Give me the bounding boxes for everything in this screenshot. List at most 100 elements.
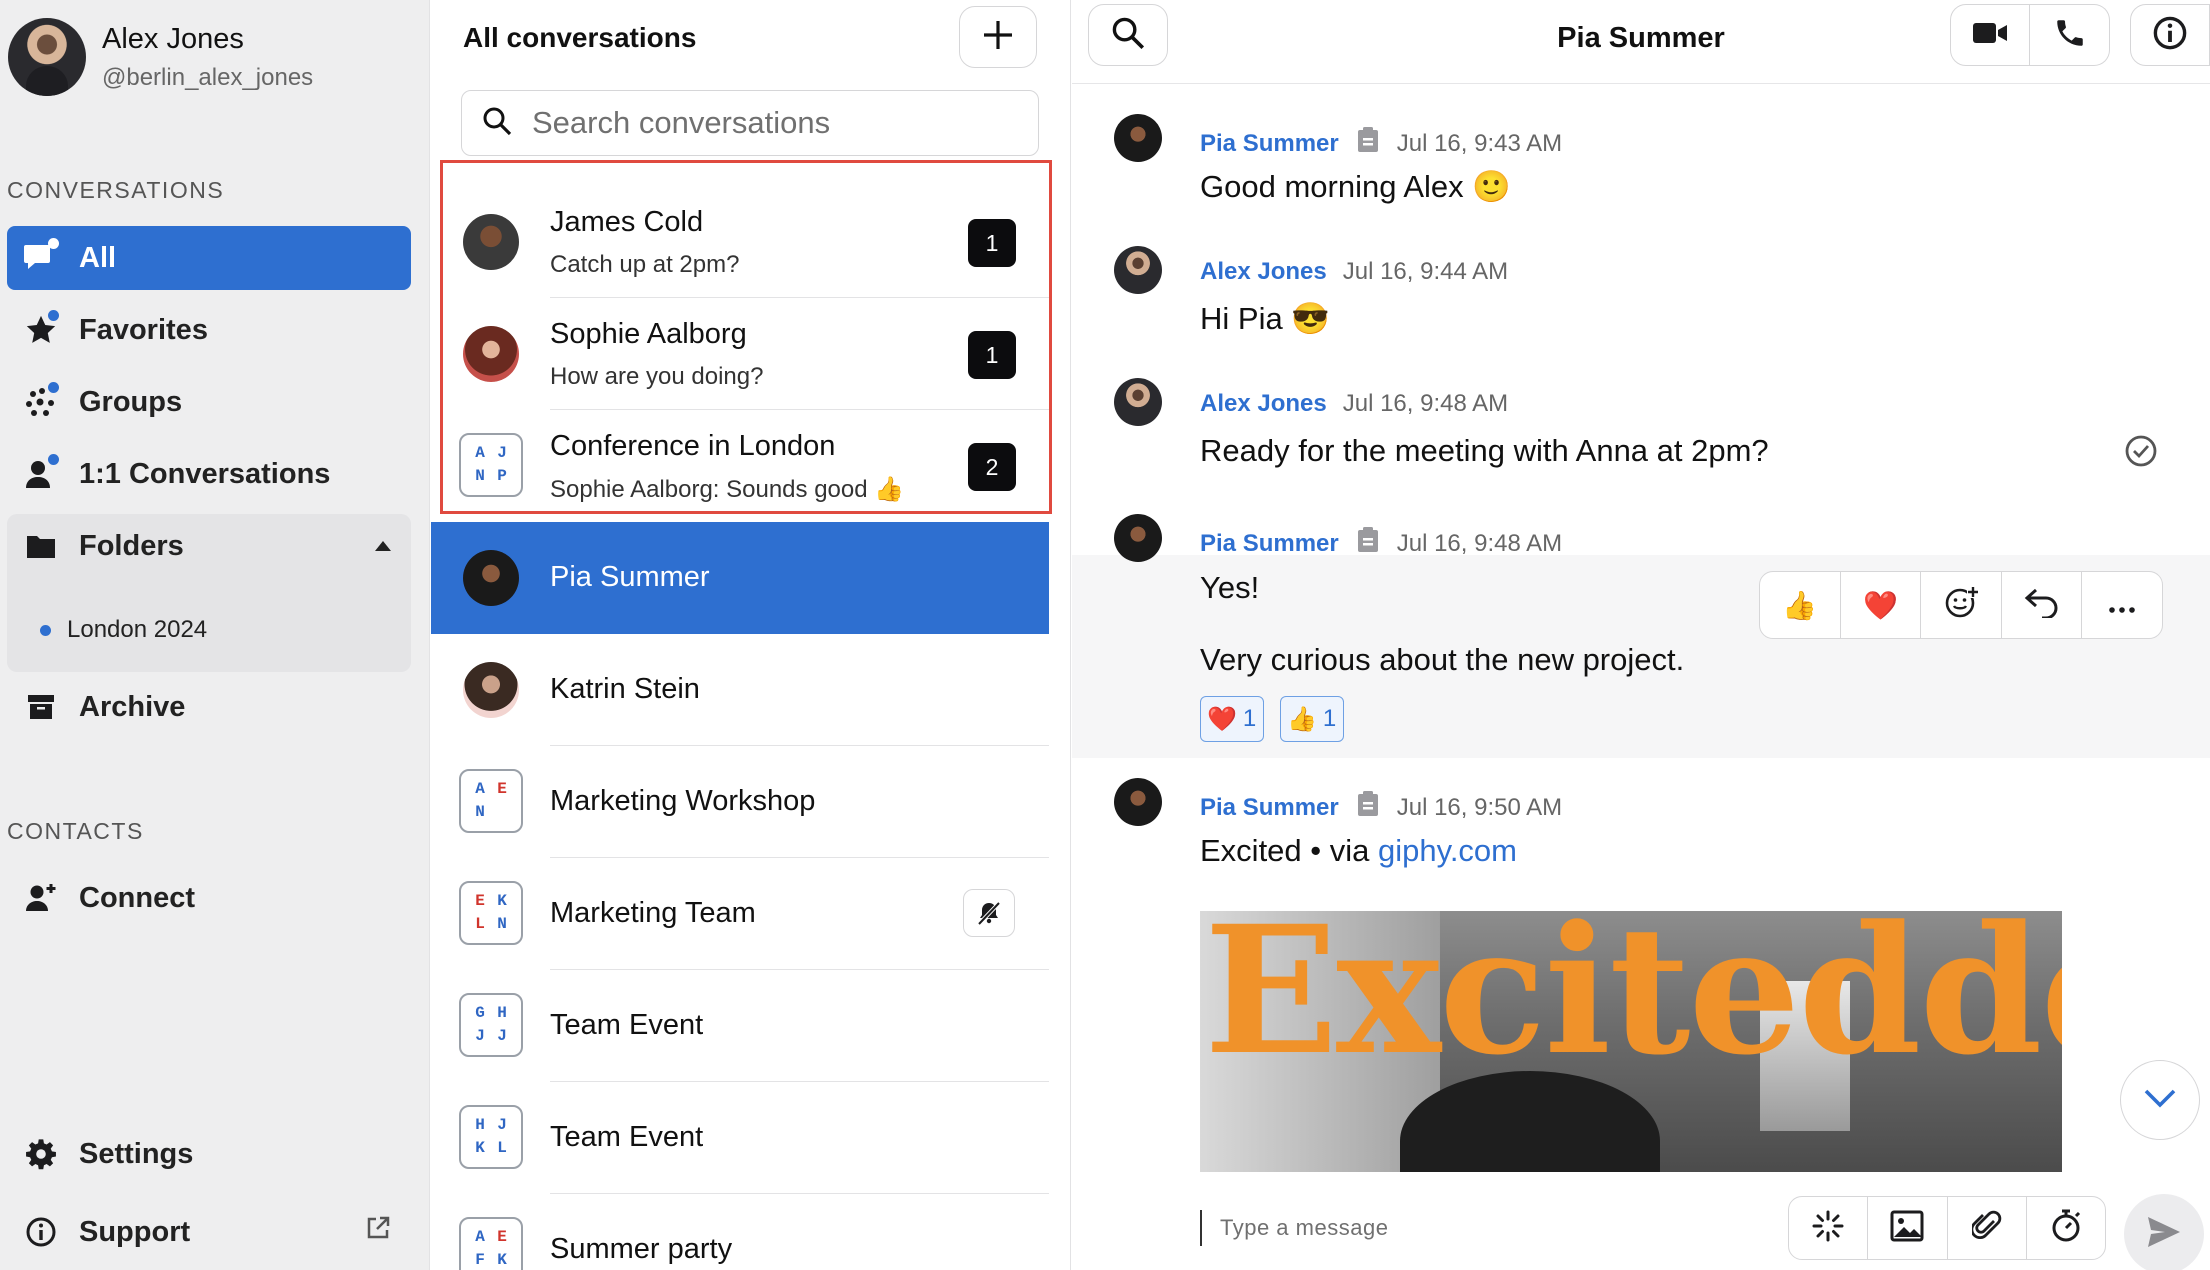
group-avatar: E K L N [459, 881, 523, 945]
gear-icon [19, 1132, 63, 1176]
conversation-item-pia-summer[interactable]: Pia Summer [431, 522, 1049, 634]
message-input[interactable] [1220, 1208, 1820, 1248]
gif-text: Excitedddd [1204, 911, 2062, 1094]
message-author[interactable]: Pia Summer [1200, 130, 1339, 158]
group-avatar: G H J J [459, 993, 523, 1057]
conversation-list-panel: All conversations James Cold Catch up at… [431, 0, 1071, 1270]
conversation-item-summer-party[interactable]: A E F K Summer party [431, 1194, 1049, 1270]
conversation-name: Summer party [550, 1233, 733, 1265]
badge-id-icon [1355, 526, 1381, 561]
sidebar-item-label: 1:1 Conversations [79, 457, 331, 490]
emoji-add-icon [1943, 584, 1979, 627]
chat-header: Pia Summer [1072, 0, 2210, 84]
message-time: Jul 16, 9:44 AM [1342, 258, 1509, 285]
message-time: Jul 16, 9:50 AM [1396, 793, 1563, 821]
list-title: All conversations [463, 22, 697, 53]
scroll-to-bottom-button[interactable] [2120, 1060, 2200, 1140]
new-conversation-button[interactable] [959, 6, 1037, 68]
giphy-button[interactable] [1789, 1197, 1869, 1259]
video-call-button[interactable] [1950, 4, 2030, 66]
sidebar-item-connect[interactable]: Connect [7, 866, 411, 930]
unread-badge: 2 [968, 443, 1016, 491]
muted-bell-icon[interactable] [963, 889, 1015, 937]
message-time: Jul 16, 9:48 AM [1396, 529, 1563, 557]
avatar[interactable] [1114, 514, 1162, 562]
caret-up-icon[interactable] [375, 541, 391, 551]
add-reaction-button[interactable] [1921, 572, 2002, 638]
search-bar[interactable] [461, 90, 1039, 156]
conversation-item-team-event-2[interactable]: H J K L Team Event [431, 1082, 1049, 1194]
message-text: Very curious about the new project. [1200, 642, 1685, 677]
sidebar-item-label: Groups [79, 385, 183, 418]
voice-call-button[interactable] [2030, 4, 2110, 66]
avatar[interactable] [1114, 778, 1162, 826]
sidebar-item-support[interactable]: Support [7, 1200, 411, 1264]
conversation-name: Team Event [550, 1121, 704, 1153]
ellipsis-icon [2108, 589, 2136, 621]
star-icon [19, 308, 63, 352]
sidebar-item-settings[interactable]: Settings [7, 1122, 411, 1186]
conversation-name: James Cold [550, 206, 704, 238]
conversation-item-marketing-workshop[interactable]: A E N Marketing Workshop [431, 746, 1049, 858]
giphy-link[interactable]: giphy.com [1378, 833, 1517, 868]
sidebar-item-favorites[interactable]: Favorites [7, 298, 411, 362]
message-author[interactable]: Alex Jones [1200, 258, 1327, 286]
conversation-item-marketing-team[interactable]: E K L N Marketing Team [431, 858, 1049, 970]
sidebar-item-all[interactable]: All [7, 226, 411, 290]
person-icon [19, 452, 63, 496]
avatar[interactable] [1114, 246, 1162, 294]
avatar [463, 662, 519, 718]
avatar[interactable] [8, 18, 86, 96]
info-icon [2152, 15, 2188, 56]
gif-image[interactable]: Excitedddd [1200, 911, 2062, 1173]
conversation-item-team-event[interactable]: G H J J Team Event [431, 970, 1049, 1082]
group-avatar: A E F K [459, 1217, 523, 1270]
avatar [463, 550, 519, 606]
sidebar-item-label: All [79, 241, 117, 274]
paperclip-icon [1970, 1209, 2002, 1248]
group-avatar: H J K L [459, 1105, 523, 1169]
timer-button[interactable] [2027, 1197, 2105, 1259]
sidebar-item-label: Settings [79, 1137, 194, 1170]
add-person-icon [19, 876, 63, 920]
group-avatar: A J N P [459, 433, 523, 497]
sidebar-item-folders[interactable]: Folders [7, 514, 411, 578]
avatar[interactable] [1114, 114, 1162, 162]
reaction-heart[interactable]: ❤️ 1 [1200, 696, 1264, 742]
reaction-thumbs-up[interactable]: 👍 1 [1280, 696, 1344, 742]
avatar[interactable] [1114, 378, 1162, 426]
folder-item-london[interactable]: London 2024 [40, 616, 207, 644]
archive-icon [19, 685, 63, 729]
message-text: Excited • via giphy.com [1200, 833, 1518, 868]
user-profile[interactable]: Alex Jones @berlin_alex_jones [8, 18, 313, 96]
send-button[interactable] [2124, 1194, 2204, 1270]
conversation-item-james-cold[interactable]: James Cold Catch up at 2pm? 1 [431, 186, 1049, 298]
conversation-item-conference-london[interactable]: A J N P Conference in London Sophie Aalb… [431, 410, 1049, 522]
profile-name: Alex Jones [102, 22, 244, 55]
send-icon [2146, 1215, 2182, 1254]
sidebar-item-groups[interactable]: Groups [7, 370, 411, 434]
message-author[interactable]: Pia Summer [1200, 794, 1339, 822]
search-input[interactable] [532, 105, 1012, 141]
message-author[interactable]: Alex Jones [1200, 390, 1327, 418]
conversation-preview: Sophie Aalborg: Sounds good 👍 [550, 476, 905, 503]
react-thumbs-up-button[interactable]: 👍 [1760, 572, 1841, 638]
react-heart-button[interactable]: ❤️ [1841, 572, 1922, 638]
sidebar-item-one-to-one[interactable]: 1:1 Conversations [7, 442, 411, 506]
info-icon [19, 1210, 63, 1254]
info-button[interactable] [2130, 4, 2210, 66]
conversation-item-sophie-aalborg[interactable]: Sophie Aalborg How are you doing? 1 [431, 298, 1049, 410]
image-upload-button[interactable] [1868, 1197, 1948, 1259]
reply-button[interactable] [2002, 572, 2083, 638]
conversation-item-katrin-stein[interactable]: Katrin Stein [431, 634, 1049, 746]
phone-icon [2053, 16, 2087, 55]
external-link-icon [365, 1215, 391, 1249]
conversation-name: Marketing Workshop [550, 785, 816, 817]
reply-arrow-icon [2024, 586, 2060, 625]
more-options-button[interactable] [2082, 572, 2162, 638]
sidebar-item-archive[interactable]: Archive [7, 675, 411, 739]
conversation-name: Sophie Aalborg [550, 318, 747, 350]
message-text: Yes! [1200, 570, 1260, 605]
message-author[interactable]: Pia Summer [1200, 530, 1339, 558]
attach-file-button[interactable] [1948, 1197, 2027, 1259]
